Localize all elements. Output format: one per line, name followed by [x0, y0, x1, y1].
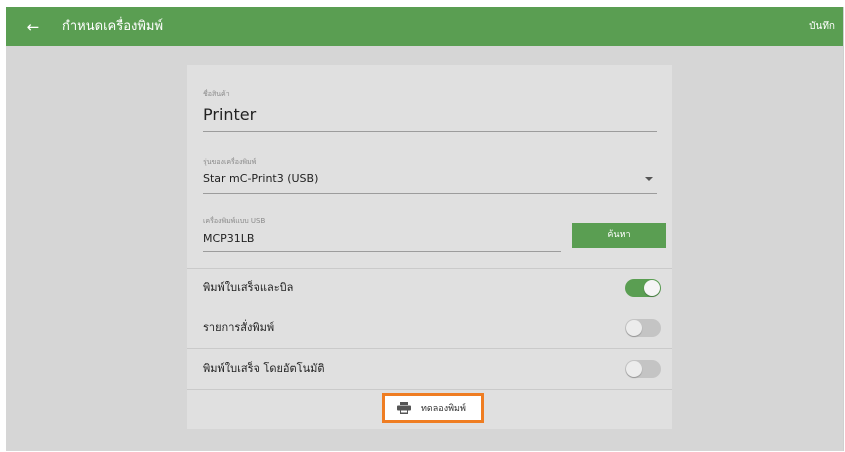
search-button[interactable]: ค้นหา: [572, 223, 666, 248]
printer-icon: [397, 402, 411, 414]
toggle-knob: [626, 320, 642, 336]
toggle-row-auto-receipt: พิมพ์ใบเสร็จ โดยอัตโนมัติ: [187, 349, 672, 389]
toggle-row-receipt-bill: พิมพ์ใบเสร็จและบิล: [187, 268, 672, 308]
receipt-bill-toggle[interactable]: [625, 279, 661, 297]
product-name-label: ชื่อสินค้า: [203, 90, 230, 98]
toggle-label: รายการสั่งพิมพ์: [203, 321, 275, 334]
page-title: กำหนดเครื่องพิมพ์: [62, 19, 164, 34]
divider: [187, 389, 672, 390]
test-print-button[interactable]: ทดลองพิมพ์: [382, 393, 484, 423]
product-name-underline: [203, 131, 657, 132]
product-name-field[interactable]: Printer: [203, 105, 256, 125]
printer-model-label: รุ่นของเครื่องพิมพ์: [203, 158, 257, 166]
printer-model-underline: [203, 193, 657, 194]
printer-settings-card: ชื่อสินค้า Printer รุ่นของเครื่องพิมพ์ S…: [187, 65, 672, 429]
test-print-label: ทดลองพิมพ์: [421, 404, 466, 414]
toggle-knob: [644, 280, 660, 296]
toggle-knob: [626, 361, 642, 377]
save-button[interactable]: บันทึก: [809, 18, 835, 36]
dropdown-arrow-icon[interactable]: [645, 177, 653, 181]
app-bar: ← กำหนดเครื่องพิมพ์ บันทึก: [6, 7, 843, 46]
auto-receipt-toggle[interactable]: [625, 360, 661, 378]
toggle-row-order-print: รายการสั่งพิมพ์: [187, 308, 672, 348]
usb-printer-label: เครื่องพิมพ์แบบ USB: [203, 217, 266, 225]
usb-printer-underline: [203, 251, 561, 252]
toggle-label: พิมพ์ใบเสร็จ โดยอัตโนมัติ: [203, 362, 325, 375]
printer-model-select[interactable]: Star mC-Print3 (USB): [203, 171, 318, 187]
usb-printer-field[interactable]: MCP31LB: [203, 231, 254, 247]
app-window: ← กำหนดเครื่องพิมพ์ บันทึก ชื่อสินค้า Pr…: [6, 7, 844, 451]
back-button[interactable]: ←: [22, 17, 44, 37]
arrow-left-icon: ←: [26, 18, 40, 36]
toggle-label: พิมพ์ใบเสร็จและบิล: [203, 281, 294, 294]
order-print-toggle[interactable]: [625, 319, 661, 337]
